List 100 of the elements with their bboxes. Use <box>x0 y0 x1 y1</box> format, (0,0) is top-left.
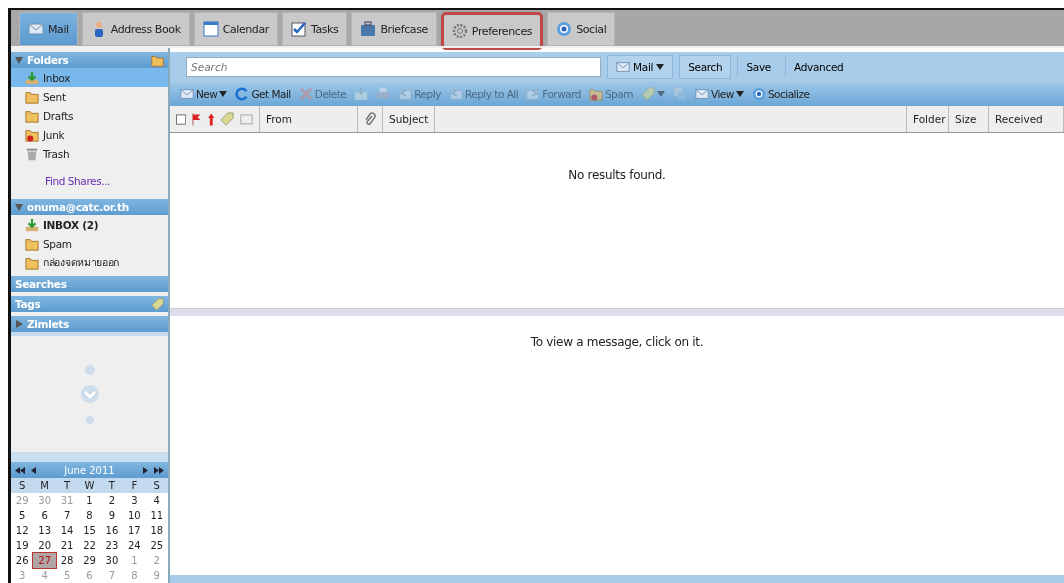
calendar-day[interactable]: 6 <box>33 508 56 523</box>
app-tab[interactable]: Mail <box>19 12 78 46</box>
calendar-day[interactable]: 21 <box>55 538 79 553</box>
folder-icon <box>25 108 39 123</box>
empty-list-message: No results found. <box>568 168 666 183</box>
inbox-icon <box>25 70 39 85</box>
scroll-indicator-icon <box>78 364 101 424</box>
folder-item[interactable]: Trash <box>11 144 168 163</box>
window-icon <box>672 87 687 101</box>
envelope-icon <box>616 60 630 74</box>
calendar-day[interactable]: 20 <box>33 538 56 553</box>
calendar-day[interactable]: 16 <box>100 523 124 538</box>
expand-arrow-icon[interactable] <box>15 320 23 328</box>
box-icon <box>354 87 369 101</box>
junk-folder-icon <box>588 87 603 101</box>
envelope-icon <box>180 87 194 101</box>
folder-icon <box>25 236 39 251</box>
toolbar-button[interactable]: Get Mail <box>231 83 295 105</box>
column-header[interactable]: From <box>260 106 358 132</box>
column-header[interactable]: Folder <box>907 106 949 132</box>
calendar-day[interactable]: 24 <box>123 538 146 553</box>
calendar-day[interactable]: 7 <box>55 508 79 523</box>
calendar-day[interactable]: 26 <box>11 553 34 568</box>
app-tab[interactable]: Tasks <box>281 12 348 46</box>
folder-icon <box>25 89 39 104</box>
calendar-day[interactable]: 14 <box>55 523 79 538</box>
calendar-day[interactable]: 3 <box>123 493 146 508</box>
calendar-day[interactable]: 10 <box>123 508 146 523</box>
folder-item[interactable]: Sent <box>11 87 168 106</box>
calendar-icon <box>202 21 219 37</box>
weekday-label: T <box>55 478 79 493</box>
calendar-day[interactable]: 13 <box>33 523 56 538</box>
folder-item[interactable]: กล่องจดหมายออก <box>11 253 168 272</box>
calendar-day[interactable]: 11 <box>145 508 168 523</box>
calendar-day[interactable]: 15 <box>78 523 101 538</box>
column-header[interactable]: Size <box>949 106 989 132</box>
previous-year-button[interactable] <box>15 466 25 474</box>
calendar-day[interactable]: 9 <box>100 508 124 523</box>
calendar-day[interactable]: 8 <box>78 508 101 523</box>
folder-item[interactable]: Inbox <box>11 68 168 87</box>
calendar-day[interactable]: 17 <box>123 523 146 538</box>
calendar-day[interactable]: 1 <box>78 493 101 508</box>
calendar-day[interactable]: 12 <box>11 523 34 538</box>
search-field[interactable]: Search <box>186 57 601 77</box>
weekday-label: F <box>123 478 146 493</box>
toolbar-button[interactable]: View <box>690 83 748 105</box>
previous-month-button[interactable] <box>31 466 36 474</box>
envelope-icon <box>240 112 253 126</box>
toolbar-button[interactable]: Socialize <box>747 83 814 105</box>
app-tab[interactable]: Briefcase <box>351 12 437 46</box>
tag-icon <box>640 87 655 101</box>
caret-icon <box>219 91 228 97</box>
search-scope-button[interactable]: Mail <box>607 55 674 79</box>
calendar-day[interactable]: 5 <box>11 508 34 523</box>
folder-item[interactable]: Spam <box>11 234 168 253</box>
toolbar-button[interactable]: New <box>176 83 232 105</box>
calendar-day[interactable]: 28 <box>55 553 79 568</box>
advanced-button[interactable]: Advanced <box>785 57 852 77</box>
tag-icon <box>220 112 234 126</box>
envelope-icon <box>28 21 44 37</box>
reply-icon <box>398 87 413 101</box>
weekday-label: M <box>33 478 56 493</box>
next-month-button[interactable] <box>143 466 148 474</box>
search-button[interactable]: Search <box>679 55 732 79</box>
app-tab[interactable]: Preferences <box>440 12 544 50</box>
calendar-day[interactable]: 23 <box>100 538 124 553</box>
calendar-day[interactable]: 2 <box>100 493 124 508</box>
collapse-arrow-icon[interactable] <box>15 56 23 64</box>
column-header[interactable]: Received <box>989 106 1064 132</box>
app-tab[interactable]: Calendar <box>193 12 278 46</box>
caret-icon <box>735 91 744 97</box>
app-tab[interactable]: Address Book <box>81 12 190 46</box>
calendar-day[interactable]: 29 <box>78 553 101 568</box>
calendar-day[interactable]: 22 <box>78 538 101 553</box>
select-all-checkbox[interactable] <box>176 113 187 125</box>
reply-icon <box>448 87 463 101</box>
find-shares-link[interactable]: Find Shares... <box>11 163 168 195</box>
weekday-label: S <box>145 478 168 493</box>
month-title: June 2011 <box>62 464 116 476</box>
delete-icon <box>298 87 313 101</box>
calendar-day[interactable]: 19 <box>11 538 34 553</box>
save-button[interactable]: Save <box>737 57 779 77</box>
folder-item[interactable]: Drafts <box>11 106 168 125</box>
social-icon <box>556 21 573 37</box>
forward-icon <box>526 87 541 101</box>
folder-item[interactable]: INBOX (2) <box>11 215 168 234</box>
calendar-day[interactable]: 18 <box>145 523 168 538</box>
reading-pane-hint: To view a message, click on it. <box>530 335 704 350</box>
column-header[interactable]: Subject <box>383 106 436 132</box>
caret-icon <box>656 91 665 97</box>
calendar-day[interactable]: 30 <box>100 553 124 568</box>
calendar-day[interactable]: 25 <box>145 538 168 553</box>
folder-icon <box>25 255 39 270</box>
weekday-label: W <box>78 478 101 493</box>
calendar-day[interactable]: 4 <box>145 493 168 508</box>
collapse-arrow-icon[interactable] <box>15 203 23 211</box>
folder-icon <box>151 53 164 67</box>
app-tab[interactable]: Social <box>547 12 616 46</box>
next-year-button[interactable] <box>154 466 164 474</box>
folder-item[interactable]: Junk <box>11 125 168 144</box>
